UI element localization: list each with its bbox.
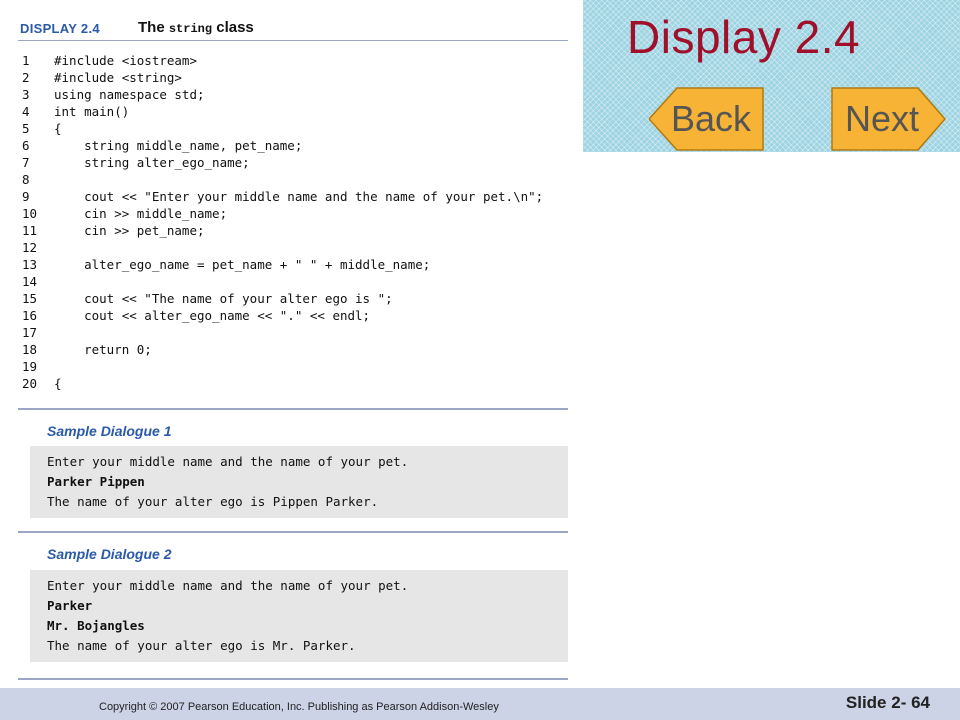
dialogue-1-divider: [18, 531, 568, 533]
line-number: 17: [22, 325, 38, 340]
code-text: #include <string>: [54, 70, 182, 85]
code-line: 13 alter_ego_name = pet_name + " " + mid…: [22, 256, 572, 273]
code-text: {: [54, 376, 62, 391]
code-line: 19: [22, 358, 572, 375]
line-number: 8: [22, 172, 30, 187]
code-text: cin >> pet_name;: [54, 223, 205, 238]
code-line: 18 return 0;: [22, 341, 572, 358]
code-line: 5{: [22, 120, 572, 137]
footer: Copyright © 2007 Pearson Education, Inc.…: [0, 688, 960, 720]
next-button[interactable]: Next: [830, 86, 946, 152]
dialogue-1-box: Enter your middle name and the name of y…: [30, 446, 568, 518]
code-text: string alter_ego_name;: [54, 155, 250, 170]
display-label: DISPLAY 2.4: [20, 21, 100, 36]
code-line: 14: [22, 273, 572, 290]
code-line: 9 cout << "Enter your middle name and th…: [22, 188, 572, 205]
line-number: 19: [22, 359, 38, 374]
line-number: 18: [22, 342, 38, 357]
code-text: int main(): [54, 104, 130, 119]
code-text: alter_ego_name = pet_name + " " + middle…: [54, 257, 431, 272]
code-line: 15 cout << "The name of your alter ego i…: [22, 290, 572, 307]
code-text: cout << alter_ego_name << "." << endl;: [54, 308, 371, 323]
dialogue-output-line: Enter your middle name and the name of y…: [47, 578, 409, 593]
code-line: 11 cin >> pet_name;: [22, 222, 572, 239]
code-line: 16 cout << alter_ego_name << "." << endl…: [22, 307, 572, 324]
code-line: 20 {: [22, 375, 572, 392]
code-line: 8: [22, 171, 572, 188]
code-listing: 1 #include <iostream> 2 #include <string> 3 u…: [22, 52, 572, 392]
line-number: 11: [22, 223, 38, 238]
dialogue-output-line: The name of your alter ego is Pippen Par…: [47, 494, 379, 509]
line-number: 7: [22, 155, 30, 170]
code-text: using namespace std;: [54, 87, 205, 102]
display-title: The string class: [138, 19, 254, 36]
line-number: 9: [22, 189, 30, 204]
dialogue-2-divider: [18, 678, 568, 680]
code-text: cout << "The name of your alter ego is "…: [54, 291, 393, 306]
dialogue-1-title: Sample Dialogue 1: [47, 423, 172, 439]
line-number: 20: [22, 376, 38, 391]
code-divider: [18, 408, 568, 410]
dialogue-user-input: Parker: [47, 598, 93, 613]
line-number: 15: [22, 291, 38, 306]
code-line: 4 int main(): [22, 103, 572, 120]
code-line: 12: [22, 239, 572, 256]
code-text: cin >> middle_name;: [54, 206, 228, 221]
code-line: 1 #include <iostream>: [22, 52, 572, 69]
panel-title: Display 2.4: [627, 11, 861, 63]
line-number: 16: [22, 308, 38, 323]
slide-number: Slide 2- 64: [845, 693, 930, 712]
line-number: 2: [22, 70, 30, 85]
next-button-label: Next: [844, 98, 920, 139]
code-text: cout << "Enter your middle name and the …: [54, 189, 544, 204]
code-line: 2 #include <string>: [22, 69, 572, 86]
line-number: 1: [22, 53, 30, 68]
copyright-text: Copyright © 2007 Pearson Education, Inc.…: [99, 701, 499, 713]
line-number: 10: [22, 206, 38, 221]
dialogue-2-title: Sample Dialogue 2: [47, 546, 172, 562]
dialogue-2-box: Enter your middle name and the name of y…: [30, 570, 568, 662]
dialogue-user-input: Mr. Bojangles: [47, 618, 145, 633]
code-text: {: [54, 121, 62, 136]
dialogue-output-line: The name of your alter ego is Mr. Parker…: [47, 638, 356, 653]
line-number: 5: [22, 121, 30, 136]
back-button-label: Back: [670, 98, 752, 139]
dialogue-output-line: Enter your middle name and the name of y…: [47, 454, 409, 469]
line-number: 3: [22, 87, 30, 102]
line-number: 6: [22, 138, 30, 153]
line-number: 14: [22, 274, 38, 289]
dialogue-user-input: Parker Pippen: [47, 474, 145, 489]
back-button[interactable]: Back: [649, 86, 765, 152]
line-number: 13: [22, 257, 38, 272]
display-header: DISPLAY 2.4 The string class: [18, 18, 568, 41]
display-title-mono: string: [168, 22, 213, 36]
line-number: 12: [22, 240, 38, 255]
display-title-prefix: The: [138, 19, 169, 36]
code-line: 3 using namespace std;: [22, 86, 572, 103]
code-line: 17: [22, 324, 572, 341]
code-line: 7 string alter_ego_name;: [22, 154, 572, 171]
code-text: return 0;: [54, 342, 152, 357]
code-text: #include <iostream>: [54, 53, 197, 68]
display-title-suffix: class: [212, 19, 254, 36]
code-text: string middle_name, pet_name;: [54, 138, 303, 153]
line-number: 4: [22, 104, 30, 119]
code-line: 10 cin >> middle_name;: [22, 205, 572, 222]
code-line: 6 string middle_name, pet_name;: [22, 137, 572, 154]
